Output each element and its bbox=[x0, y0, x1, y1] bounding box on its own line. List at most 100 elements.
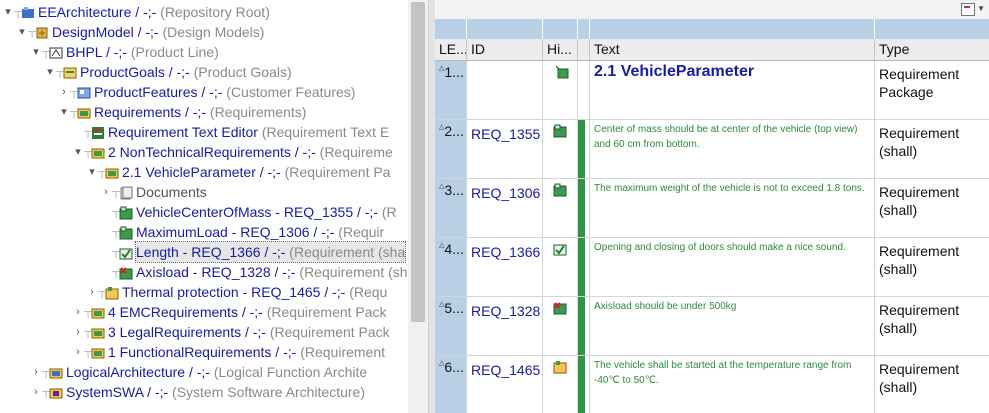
column-header-marker[interactable] bbox=[578, 39, 590, 60]
requirement-check-icon bbox=[553, 242, 567, 261]
tree-node-label[interactable]: Thermal protection - REQ_1465 / -;- (Req… bbox=[122, 282, 387, 302]
requirement-yellow-icon bbox=[105, 285, 119, 300]
band-hierarchy bbox=[543, 19, 578, 39]
tree-node-label[interactable]: MaximumLoad - REQ_1306 / -;- (Requir bbox=[136, 222, 384, 242]
model-tree[interactable]: ▾ ┬ EEArchitecture / -;- (Repository Root)… bbox=[0, 0, 408, 413]
tree-node-label[interactable]: ProductGoals / -;- (Product Goals) bbox=[80, 62, 292, 82]
requirement-text-cell[interactable]: Center of mass should be at center of th… bbox=[590, 120, 875, 178]
tree-node-type: (Customer Features) bbox=[222, 84, 356, 100]
product-goals-icon bbox=[63, 65, 77, 79]
column-header-text[interactable]: Text bbox=[590, 39, 875, 60]
id-cell[interactable]: REQ_1366 bbox=[467, 238, 543, 296]
tree-node-name: BHPL / -;- bbox=[66, 44, 127, 60]
tree-node-label[interactable]: VehicleCenterOfMass - REQ_1355 / -;- (R bbox=[136, 202, 397, 222]
id-cell[interactable]: REQ_1328 bbox=[467, 297, 543, 355]
hierarchy-cell[interactable] bbox=[543, 238, 578, 296]
grid-row[interactable]: △4... REQ_1366 Opening and closing of door… bbox=[435, 238, 989, 297]
chevron-down-icon[interactable]: ▼ bbox=[977, 4, 985, 13]
level-cell[interactable]: △2... bbox=[435, 120, 467, 178]
hierarchy-cell[interactable] bbox=[543, 120, 578, 178]
column-header-hierarchy[interactable]: Hi... bbox=[543, 39, 578, 60]
tree-node-label[interactable]: BHPL / -;- (Product Line) bbox=[66, 42, 219, 62]
id-cell[interactable] bbox=[467, 61, 543, 119]
requirement-green-icon bbox=[119, 225, 133, 240]
tree-vertical-scrollbar[interactable] bbox=[408, 0, 428, 413]
tree-node-label[interactable]: 4 EMCRequirements / -;- (Requirement Pac… bbox=[108, 302, 387, 322]
column-chooser-icon[interactable] bbox=[961, 3, 975, 16]
type-cell[interactable]: Requirement (shall) bbox=[875, 120, 989, 178]
level-value: 5... bbox=[444, 300, 464, 316]
tree-node-label[interactable]: Axisload - REQ_1328 / -;- (Requirement (… bbox=[136, 262, 408, 282]
tree-node-name: Requirements / -;- bbox=[94, 104, 207, 120]
tree-node-label[interactable]: 1 FunctionalRequirements / -;- (Requirem… bbox=[108, 342, 385, 362]
id-cell[interactable]: REQ_1355 bbox=[467, 120, 543, 178]
band-text bbox=[590, 19, 875, 39]
status-marker-cell bbox=[578, 179, 590, 237]
status-marker-cell bbox=[578, 356, 590, 413]
grid-row[interactable]: △3... REQ_1306 The maximum weight of the v… bbox=[435, 179, 989, 238]
level-cell[interactable]: △4... bbox=[435, 238, 467, 296]
type-cell[interactable]: Requirement (shall) bbox=[875, 297, 989, 355]
requirement-text-cell[interactable]: Axisload should be under 500kg bbox=[590, 297, 875, 355]
tree-node-label[interactable]: 2 NonTechnicalRequirements / -;- (Requir… bbox=[108, 142, 393, 162]
tree-node-label[interactable]: DesignModel / -;- (Design Models) bbox=[52, 22, 264, 42]
tree-node-label[interactable]: Requirements / -;- (Requirements) bbox=[94, 102, 306, 122]
tree-node-type: (Requireme bbox=[315, 144, 393, 160]
type-cell[interactable]: Requirement (shall) bbox=[875, 356, 989, 413]
tree-node-label[interactable]: 2.1 VehicleParameter / -;- (Requirement … bbox=[122, 162, 390, 182]
tree-node-name: VehicleCenterOfMass - REQ_1355 / -;- bbox=[136, 204, 378, 220]
tree-node-type: (R bbox=[378, 204, 397, 220]
requirement-status-bar bbox=[578, 297, 585, 355]
tree-node-label[interactable]: Requirement Text Editor (Requirement Tex… bbox=[108, 122, 389, 142]
tree-node-name: ProductGoals / -;- bbox=[80, 64, 190, 80]
tree-node-name: 1 FunctionalRequirements / -;- bbox=[108, 344, 297, 360]
id-cell[interactable]: REQ_1465 bbox=[467, 356, 543, 413]
hierarchy-cell[interactable] bbox=[543, 179, 578, 237]
hierarchy-cell[interactable] bbox=[543, 356, 578, 413]
hierarchy-cell[interactable] bbox=[543, 61, 578, 119]
grid-row[interactable]: △5... REQ_1328 Axisload should be under 50… bbox=[435, 297, 989, 356]
tree-scrollbar-thumb[interactable] bbox=[411, 2, 425, 322]
id-cell[interactable]: REQ_1306 bbox=[467, 179, 543, 237]
requirement-warning-icon bbox=[553, 301, 567, 320]
tree-node-label[interactable]: LogicalArchitecture / -;- (Logical Funct… bbox=[66, 362, 367, 382]
level-cell[interactable]: △5... bbox=[435, 297, 467, 355]
grid-row[interactable]: △1... 2.1 VehicleParameter Requirement Pac… bbox=[435, 61, 989, 120]
level-cell[interactable]: △6... bbox=[435, 356, 467, 413]
requirement-green-icon bbox=[119, 205, 133, 220]
type-cell[interactable]: Requirement (shall) bbox=[875, 238, 989, 296]
tree-node-type: (Product Goals) bbox=[189, 64, 292, 80]
requirement-text-cell[interactable]: Opening and closing of doors should make… bbox=[590, 238, 875, 296]
column-header-type[interactable]: Type bbox=[875, 39, 989, 60]
tree-node-label[interactable]: ProductFeatures / -;- (Customer Features… bbox=[94, 82, 355, 102]
tree-node-label[interactable]: 3 LegalRequirements / -;- (Requirement P… bbox=[108, 322, 390, 342]
requirement-text-cell[interactable]: The vehicle shall be started at the temp… bbox=[590, 356, 875, 413]
tree-node-type: (Requirement (sha bbox=[285, 244, 406, 260]
band-level bbox=[435, 19, 467, 39]
design-model-icon bbox=[35, 25, 49, 39]
tree-node-label[interactable]: Length - REQ_1366 / -;- (Requirement (sh… bbox=[134, 241, 407, 263]
type-cell[interactable]: Requirement (shall) bbox=[875, 179, 989, 237]
tree-node-label[interactable]: EEArchitecture / -;- (Repository Root) bbox=[38, 2, 270, 22]
column-header-id[interactable]: ID bbox=[467, 39, 543, 60]
requirements-folder-icon bbox=[91, 305, 105, 319]
column-header-level[interactable]: LE... bbox=[435, 39, 467, 60]
tree-node-type: (Requirement Text E bbox=[257, 124, 390, 140]
tree-node-type: (Product Line) bbox=[126, 44, 219, 60]
hierarchy-cell[interactable] bbox=[543, 297, 578, 355]
grid-row[interactable]: △6... REQ_1465 The vehicle shall be starte… bbox=[435, 356, 989, 413]
requirements-folder-icon bbox=[105, 165, 119, 179]
type-cell[interactable]: Requirement Package bbox=[875, 61, 989, 119]
tree-node-name: DesignModel / -;- bbox=[52, 24, 159, 40]
package-hierarchy-icon bbox=[555, 65, 569, 84]
tree-node-label[interactable]: SystemSWA / -;- (System Software Archite… bbox=[66, 382, 365, 402]
level-cell[interactable]: △1... bbox=[435, 61, 467, 119]
tree-node-label[interactable]: Documents bbox=[136, 182, 207, 202]
tree-node-name: MaximumLoad - REQ_1306 / -;- bbox=[136, 224, 335, 240]
tree-node-name: 4 EMCRequirements / -;- bbox=[108, 304, 263, 320]
package-heading-text[interactable]: 2.1 VehicleParameter bbox=[590, 61, 875, 119]
requirement-text-cell[interactable]: The maximum weight of the vehicle is not… bbox=[590, 179, 875, 237]
grid-row[interactable]: △2... REQ_1355 Center of mass should be at… bbox=[435, 120, 989, 179]
logical-architecture-icon bbox=[49, 365, 63, 379]
level-cell[interactable]: △3... bbox=[435, 179, 467, 237]
